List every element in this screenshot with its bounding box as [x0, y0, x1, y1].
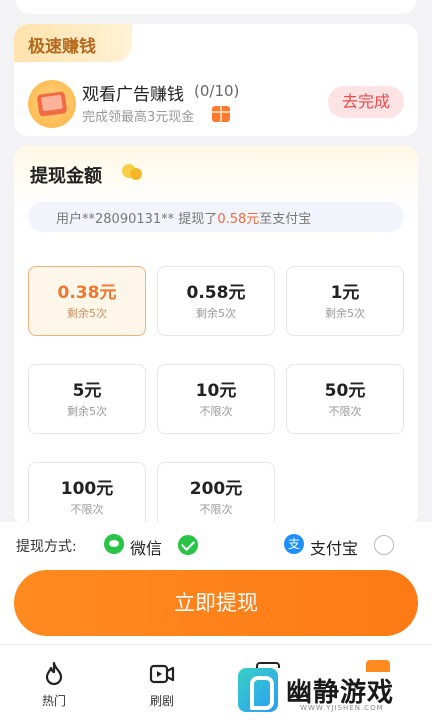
alipay-icon[interactable]: 支 [284, 534, 304, 554]
amount-remaining: 剩余5次 [67, 307, 107, 320]
amount-remaining: 不限次 [199, 503, 233, 516]
nav-item-partial-orange-icon[interactable] [366, 660, 390, 672]
amount-value: 100元 [60, 479, 114, 499]
amount-option-7[interactable]: 200元 不限次 [157, 462, 275, 526]
withdraw-title: 提现金额 [30, 166, 102, 187]
withdraw-notice-text: 用户**28090131** 提现了0.58元至支付宝 [56, 212, 312, 227]
amount-remaining: 不限次 [328, 405, 362, 418]
nav-label: 热门 [41, 694, 66, 708]
go-complete-button[interactable]: 去完成 [328, 86, 404, 118]
amount-option-5[interactable]: 50元 不限次 [286, 364, 404, 434]
previous-card [16, 0, 416, 14]
alipay-label[interactable]: 支付宝 [310, 535, 358, 559]
wechat-radio-checked[interactable] [178, 535, 198, 555]
amount-remaining: 不限次 [70, 503, 104, 516]
amount-option-3[interactable]: 5元 剩余5次 [28, 364, 146, 434]
nav-item-hot[interactable]: 热门 [22, 660, 86, 709]
amount-value: 10元 [195, 381, 237, 401]
amount-value: 1元 [330, 283, 360, 303]
payment-method-label: 提现方式: [16, 539, 77, 555]
ad-task-progress: (0/10) [194, 82, 240, 100]
amount-remaining: 剩余5次 [196, 307, 236, 320]
amount-value: 5元 [72, 381, 102, 401]
video-icon [149, 664, 175, 684]
amount-option-6[interactable]: 100元 不限次 [28, 462, 146, 526]
notice-amount: 0.58元 [217, 212, 260, 227]
amount-option-4[interactable]: 10元 不限次 [157, 364, 275, 434]
fast-earn-tag-label: 极速赚钱 [28, 37, 96, 57]
amount-option-0[interactable]: 0.38元 剩余5次 [28, 266, 146, 336]
amount-value: 50元 [324, 381, 366, 401]
ad-wallet-icon [28, 80, 76, 128]
amount-option-2[interactable]: 1元 剩余5次 [286, 266, 404, 336]
flame-icon [45, 661, 63, 686]
alipay-radio-unchecked[interactable] [374, 535, 394, 555]
amount-value: 0.38元 [57, 283, 117, 303]
withdraw-card: 提现金额 用户**28090131** 提现了0.58元至支付宝 0.38元 剩… [14, 146, 418, 526]
coin-icon-2 [130, 168, 142, 180]
watermark-logo [238, 668, 278, 712]
nav-label: 刷剧 [149, 694, 174, 708]
amount-option-1[interactable]: 0.58元 剩余5次 [157, 266, 275, 336]
wechat-label[interactable]: 微信 [130, 535, 162, 559]
ad-task-desc: 完成领最高3元现金 [82, 110, 195, 125]
amount-remaining: 不限次 [199, 405, 233, 418]
ad-task-title: 观看广告赚钱 [82, 85, 184, 105]
wechat-icon[interactable] [104, 534, 124, 554]
amount-remaining: 剩余5次 [325, 307, 365, 320]
gift-icon [212, 106, 230, 122]
amount-value: 0.58元 [186, 283, 246, 303]
nav-item-drama[interactable]: 刷剧 [130, 660, 194, 709]
amount-value: 200元 [189, 479, 243, 499]
watermark-url: WWW.YJISHEN.COM [300, 704, 384, 712]
amount-remaining: 剩余5次 [67, 405, 107, 418]
withdraw-now-button[interactable]: 立即提现 [14, 570, 418, 636]
